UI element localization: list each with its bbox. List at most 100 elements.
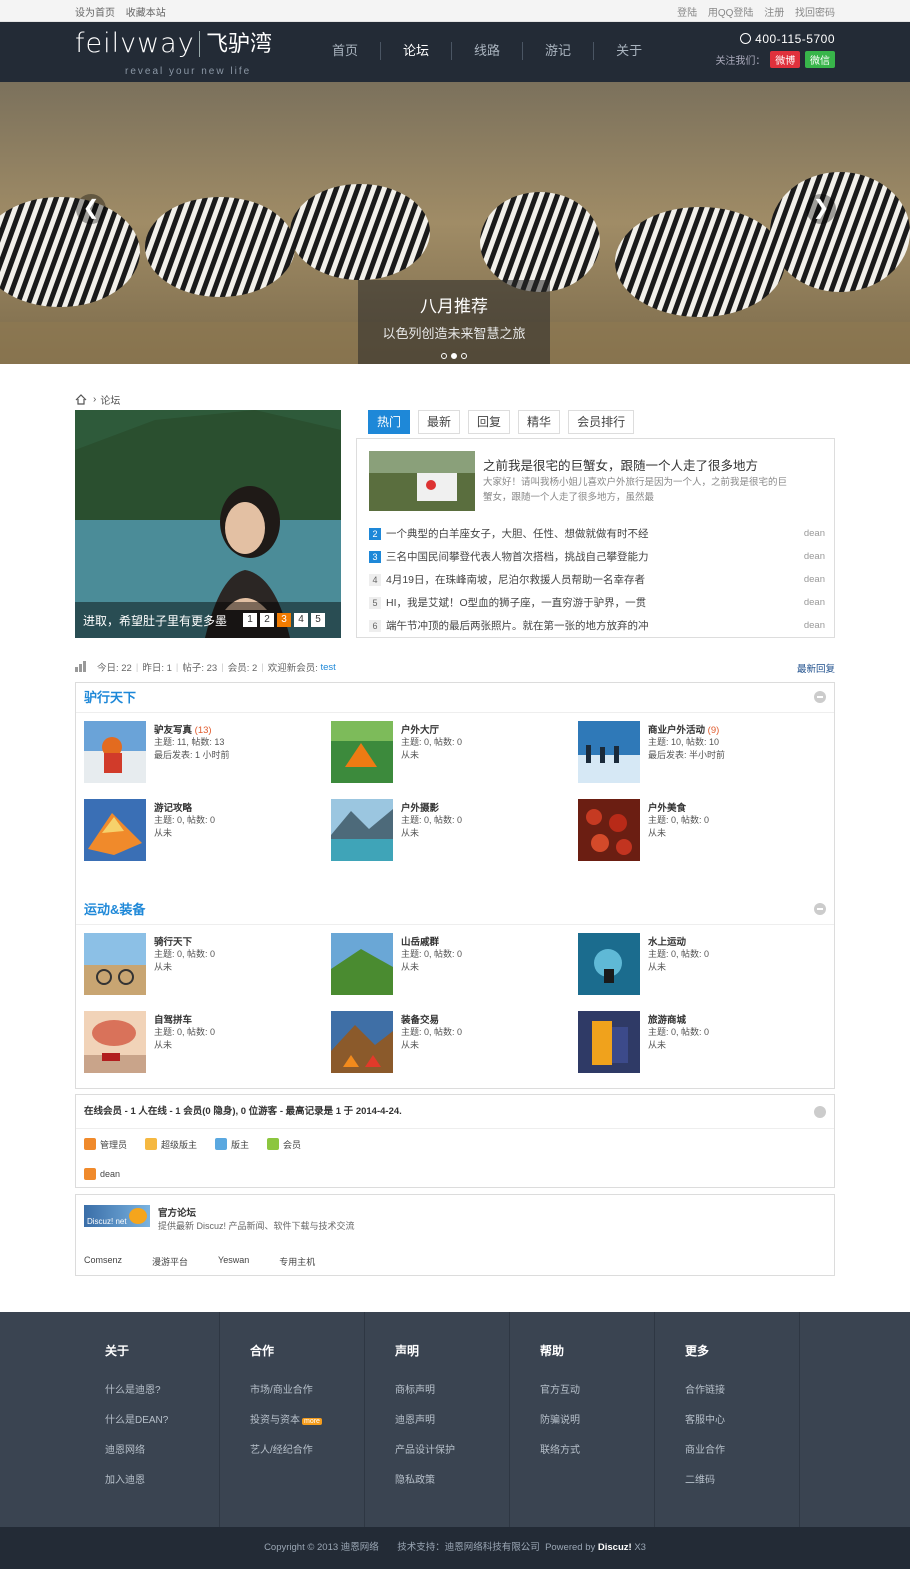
forum-thumb[interactable] bbox=[578, 721, 640, 783]
forum-thumb[interactable] bbox=[578, 799, 640, 861]
login-link[interactable]: 登陆 bbox=[677, 8, 697, 19]
thread-author[interactable]: dean bbox=[765, 528, 825, 539]
banner-next-button[interactable]: ❯ bbox=[806, 194, 836, 224]
forum-name[interactable]: 骑行天下 bbox=[154, 937, 192, 948]
forum-last-post[interactable]: 从未 bbox=[154, 961, 215, 974]
forum-thumb[interactable] bbox=[84, 933, 146, 995]
qq-login-link[interactable]: 用QQ登陆 bbox=[708, 8, 754, 19]
forum-item[interactable]: 游记攻略 主题: 0, 帖数: 0 从未 bbox=[84, 791, 331, 869]
footer-link[interactable]: 市场/商业合作 bbox=[250, 1381, 364, 1396]
footer-link[interactable]: 隐私政策 bbox=[395, 1471, 509, 1486]
forum-item[interactable]: 山岳戚群 主题: 0, 帖数: 0 从未 bbox=[331, 925, 578, 1003]
slider-page-3[interactable]: 3 bbox=[277, 613, 291, 627]
nav-travelogue[interactable]: 游记 bbox=[523, 42, 595, 60]
forum-last-post[interactable]: 从未 bbox=[154, 827, 215, 840]
forum-name[interactable]: 商业户外活动 bbox=[648, 725, 705, 736]
friend-link[interactable]: 漫游平台 bbox=[152, 1255, 188, 1275]
forum-item[interactable]: 旅游商城 主题: 0, 帖数: 0 从未 bbox=[578, 1003, 825, 1081]
forum-item[interactable]: 户外美食 主题: 0, 帖数: 0 从未 bbox=[578, 791, 825, 869]
feature-thread-title[interactable]: 之前我是很宅的巨蟹女，跟随一个人走了很多地方 bbox=[483, 455, 758, 474]
slider-page-2[interactable]: 2 bbox=[260, 613, 274, 627]
banner-dot[interactable] bbox=[441, 353, 447, 359]
forgot-password-link[interactable]: 找回密码 bbox=[795, 8, 835, 19]
forum-last-post[interactable]: 最后发表: 1 小时前 bbox=[154, 749, 230, 762]
nav-home[interactable]: 首页 bbox=[310, 42, 382, 60]
footer-link[interactable]: 加入迪恩 bbox=[105, 1471, 219, 1486]
list-item[interactable]: 2 一个典型的白羊座女子，大胆、任性、想做就做有时不经 dean bbox=[369, 522, 825, 545]
weixin-button[interactable]: 微信 bbox=[805, 51, 835, 68]
thread-title[interactable]: HI，我是艾斌！O型血的狮子座，一直穷游于驴界，一贯 bbox=[386, 595, 765, 610]
forum-thumb[interactable] bbox=[331, 721, 393, 783]
site-logo[interactable]: feilvway 飞驴湾 reveal your new life bbox=[75, 28, 275, 78]
footer-link[interactable]: 商标声明 bbox=[395, 1381, 509, 1396]
friend-link[interactable]: Comsenz bbox=[84, 1255, 122, 1275]
footer-link[interactable]: 官方互动 bbox=[540, 1381, 654, 1396]
thread-title[interactable]: 端午节冲顶的最后两张照片。就在第一张的地方放弃的冲 bbox=[386, 618, 765, 633]
forum-name[interactable]: 自驾拼车 bbox=[154, 1015, 192, 1026]
forum-last-post[interactable]: 从未 bbox=[648, 1039, 709, 1052]
thread-author[interactable]: dean bbox=[765, 597, 825, 608]
forum-last-post[interactable]: 从未 bbox=[648, 827, 709, 840]
forum-thumb[interactable] bbox=[331, 1011, 393, 1073]
forum-thumb[interactable] bbox=[578, 1011, 640, 1073]
set-home-link[interactable]: 设为首页 bbox=[75, 8, 115, 19]
banner-dot-active[interactable] bbox=[451, 353, 457, 359]
slider-page-5[interactable]: 5 bbox=[311, 613, 325, 627]
feature-thread-thumb[interactable] bbox=[369, 451, 475, 511]
tab-latest[interactable]: 最新 bbox=[418, 410, 461, 434]
forum-item[interactable]: 商业户外活动 (9) 主题: 10, 帖数: 10 最后发表: 半小时前 bbox=[578, 713, 825, 791]
footer-link[interactable]: 商业合作 bbox=[685, 1441, 799, 1456]
forum-name[interactable]: 装备交易 bbox=[401, 1015, 439, 1026]
footer-link[interactable]: 迪恩声明 bbox=[395, 1411, 509, 1426]
forum-name[interactable]: 山岳戚群 bbox=[401, 937, 439, 948]
banner-prev-button[interactable]: ❮ bbox=[76, 194, 106, 224]
forum-item[interactable]: 驴友写真 (13) 主题: 11, 帖数: 13 最后发表: 1 小时前 bbox=[84, 713, 331, 791]
forum-last-post[interactable]: 从未 bbox=[401, 827, 462, 840]
online-summary-bar[interactable]: 在线会员 - 1 人在线 - 1 会员(0 隐身), 0 位游客 - 最高记录是… bbox=[76, 1095, 834, 1129]
tab-replies[interactable]: 回复 bbox=[468, 410, 511, 434]
list-item[interactable]: 3 三名中国民间攀登代表人物首次搭档，挑战自己攀登能力 dean bbox=[369, 545, 825, 568]
forum-thumb[interactable] bbox=[331, 933, 393, 995]
footer-link[interactable]: 迪恩网络 bbox=[105, 1441, 219, 1456]
register-link[interactable]: 注册 bbox=[764, 8, 784, 19]
discuz-link[interactable]: Discuz! bbox=[598, 1542, 632, 1553]
forum-last-post[interactable]: 从未 bbox=[401, 961, 462, 974]
forum-name[interactable]: 水上运动 bbox=[648, 937, 686, 948]
forum-thumb[interactable] bbox=[84, 799, 146, 861]
nav-routes[interactable]: 线路 bbox=[452, 42, 524, 60]
thread-title[interactable]: 4月19日，在珠峰南坡，尼泊尔救援人员帮助一名幸存者 bbox=[386, 572, 765, 587]
latest-replies-link[interactable]: 最新回复 bbox=[797, 661, 835, 675]
breadcrumb-current[interactable]: 论坛 bbox=[100, 392, 120, 407]
footer-link[interactable]: 联络方式 bbox=[540, 1441, 654, 1456]
section-title[interactable]: 驴行天下 bbox=[76, 683, 834, 713]
forum-last-post[interactable]: 从未 bbox=[154, 1039, 215, 1052]
forum-name[interactable]: 游记攻略 bbox=[154, 803, 192, 814]
thread-author[interactable]: dean bbox=[765, 620, 825, 631]
collapse-icon[interactable] bbox=[814, 1106, 826, 1118]
footer-link[interactable]: 二维码 bbox=[685, 1471, 799, 1486]
thread-title[interactable]: 三名中国民间攀登代表人物首次搭档，挑战自己攀登能力 bbox=[386, 549, 765, 564]
footer-link[interactable]: 产品设计保护 bbox=[395, 1441, 509, 1456]
forum-thumb[interactable] bbox=[84, 1011, 146, 1073]
forum-last-post[interactable]: 从未 bbox=[648, 961, 709, 974]
forum-last-post[interactable]: 从未 bbox=[401, 1039, 462, 1052]
forum-thumb[interactable] bbox=[84, 721, 146, 783]
nav-about[interactable]: 关于 bbox=[594, 42, 664, 60]
forum-last-post[interactable]: 最后发表: 半小时前 bbox=[648, 749, 725, 762]
forum-name[interactable]: 户外大厅 bbox=[401, 725, 439, 736]
footer-link-text[interactable]: 投资与资本 bbox=[250, 1415, 300, 1426]
friend-link[interactable]: 专用主机 bbox=[279, 1255, 315, 1275]
slider-page-4[interactable]: 4 bbox=[294, 613, 308, 627]
list-item[interactable]: 5 HI，我是艾斌！O型血的狮子座，一直穷游于驴界，一贯 dean bbox=[369, 591, 825, 614]
thread-author[interactable]: dean bbox=[765, 551, 825, 562]
list-item[interactable]: 6 端午节冲顶的最后两张照片。就在第一张的地方放弃的冲 dean bbox=[369, 614, 825, 637]
home-icon[interactable] bbox=[75, 394, 87, 405]
forum-thumb[interactable] bbox=[578, 933, 640, 995]
online-user[interactable]: dean bbox=[84, 1168, 120, 1180]
footer-link[interactable]: 防骗说明 bbox=[540, 1411, 654, 1426]
link-title[interactable]: 官方论坛 bbox=[158, 1205, 196, 1219]
forum-name[interactable]: 旅游商城 bbox=[648, 1015, 686, 1026]
thread-title[interactable]: 一个典型的白羊座女子，大胆、任性、想做就做有时不经 bbox=[386, 526, 765, 541]
forum-name[interactable]: 户外摄影 bbox=[401, 803, 439, 814]
banner-dot[interactable] bbox=[461, 353, 467, 359]
